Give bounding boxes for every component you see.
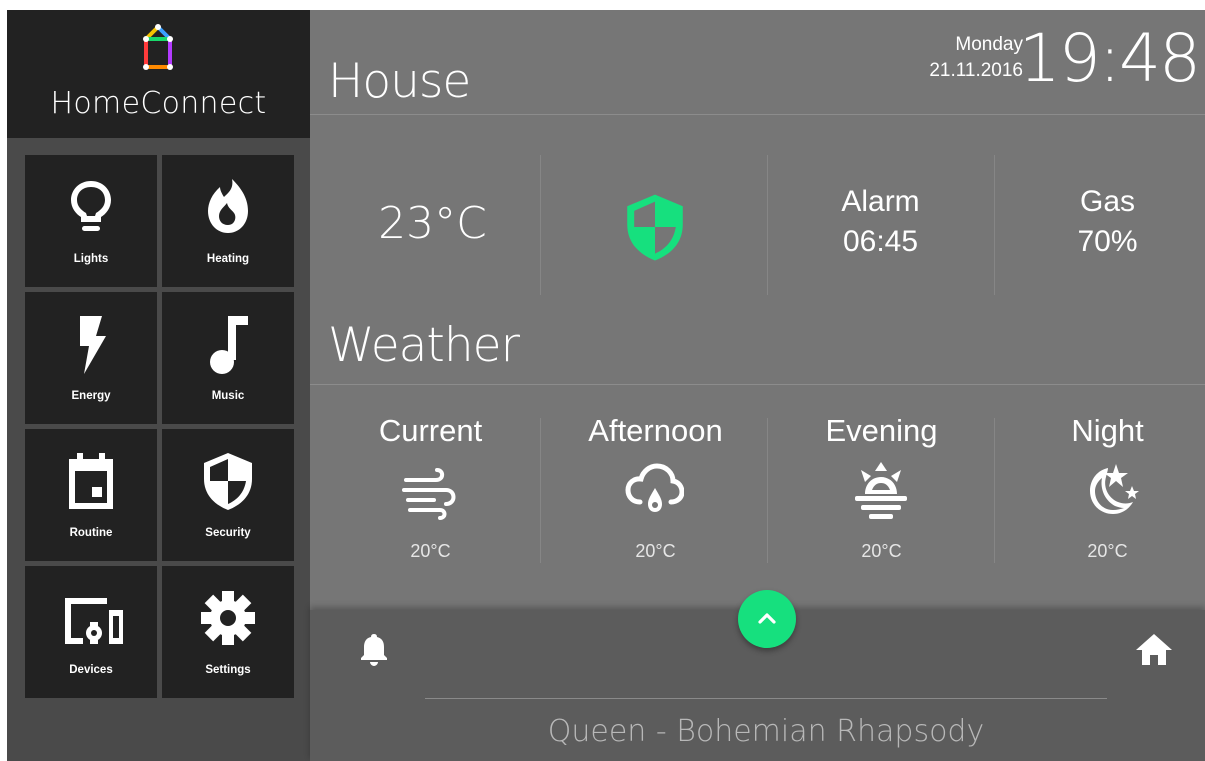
chevron-up-icon	[758, 613, 776, 624]
devices-icon	[65, 598, 123, 644]
house-logo-icon	[143, 24, 173, 70]
nav-tile-label: Lights	[73, 253, 109, 265]
calendar-icon	[69, 453, 113, 509]
lightning-bolt-icon	[80, 316, 106, 374]
app-name: HomeConnect	[50, 86, 267, 121]
house-title: House	[328, 54, 471, 109]
weather-slot-temp: 20°C	[1087, 541, 1128, 561]
shield-icon	[204, 453, 252, 510]
nav-tile-lights[interactable]: Lights	[25, 155, 157, 287]
weather-slot-name: Night	[1071, 413, 1144, 448]
flame-icon	[208, 179, 248, 233]
weather-slot-name: Afternoon	[588, 413, 723, 448]
nav-tile-devices[interactable]: Devices	[25, 566, 157, 698]
house-temperature: 23°C	[378, 198, 487, 249]
weather-slot-temp: 20°C	[861, 541, 902, 561]
gear-icon	[201, 591, 255, 645]
divider	[425, 698, 1107, 699]
nav-tile-label: Energy	[71, 390, 111, 402]
sunset-icon	[855, 462, 907, 519]
date-text: 21.11.2016	[929, 60, 1023, 81]
music-note-icon	[210, 316, 248, 374]
nav-tile-settings[interactable]: Settings	[162, 566, 294, 698]
now-playing-track[interactable]: Queen - Bohemian Rhapsody	[425, 714, 1107, 749]
nav-tile-label: Settings	[205, 664, 251, 676]
nav-tile-security[interactable]: Security	[162, 429, 294, 561]
moon-stars-icon	[1090, 464, 1139, 514]
sidebar: HomeConnect Lights Heating Energy Music …	[7, 10, 310, 761]
home-icon[interactable]	[1134, 632, 1174, 666]
nav-tile-heating[interactable]: Heating	[162, 155, 294, 287]
divider	[310, 114, 1205, 115]
clock: 19:48	[1018, 20, 1201, 97]
gas-value: 70%	[1077, 225, 1138, 258]
divider	[310, 384, 1205, 385]
bell-icon[interactable]	[360, 632, 388, 666]
weather-title: Weather	[328, 318, 520, 373]
nav-tile-label: Music	[211, 390, 245, 402]
weather-slot-name: Evening	[825, 413, 938, 448]
nav-tile-routine[interactable]: Routine	[25, 429, 157, 561]
rain-cloud-icon	[625, 463, 684, 512]
app-frame: HomeConnect Lights Heating Energy Music …	[7, 10, 1205, 761]
alarm-widget[interactable]: Alarm 06:45	[768, 182, 993, 262]
brand-header: HomeConnect	[7, 10, 310, 138]
shield-icon	[626, 194, 683, 261]
nav-tile-label: Devices	[69, 664, 113, 676]
gas-widget: Gas 70%	[995, 182, 1205, 262]
weather-slot-name: Current	[378, 413, 483, 448]
nav-tile-energy[interactable]: Energy	[25, 292, 157, 424]
expand-up-button[interactable]	[738, 590, 796, 648]
weather-slot-temp: 20°C	[635, 541, 676, 561]
nav-tile-label: Heating	[206, 253, 250, 265]
gas-label: Gas	[1079, 185, 1136, 218]
nav-tile-music[interactable]: Music	[162, 292, 294, 424]
lightbulb-icon	[71, 181, 111, 231]
nav-tile-label: Routine	[69, 527, 113, 539]
main-panel: House Monday 21.11.2016 19:48 23°C Alarm…	[310, 10, 1205, 761]
alarm-time: 06:45	[842, 225, 919, 258]
date-day: Monday	[955, 34, 1023, 55]
weather-slot-temp: 20°C	[410, 541, 451, 561]
security-status[interactable]	[542, 190, 767, 265]
alarm-label: Alarm	[841, 185, 920, 218]
nav-tile-label: Security	[205, 527, 251, 539]
wind-icon	[402, 468, 456, 520]
